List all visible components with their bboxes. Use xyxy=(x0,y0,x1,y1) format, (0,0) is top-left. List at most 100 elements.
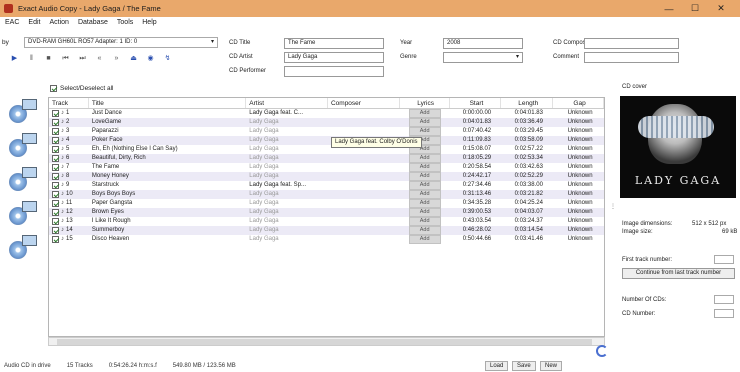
track-artist[interactable]: Lady Gaga xyxy=(246,118,328,127)
select-all-toggle[interactable]: Select/Deselect all xyxy=(50,85,113,92)
track-checkbox[interactable] xyxy=(52,173,59,180)
splitter-grip-icon[interactable]: ⋮ xyxy=(610,203,616,210)
table-row[interactable]: ♪ 3 Paparazzi Lady Gaga Add 0:07:40.42 0:03:29… xyxy=(49,127,604,136)
table-row[interactable]: ♪ 2 LoveGame Lady Gaga Add 0:04:01.83 0:03:36.… xyxy=(49,118,604,127)
cd-artist-field[interactable]: Lady Gaga xyxy=(284,52,384,63)
eject-icon[interactable]: ⏏ xyxy=(127,53,140,65)
track-title[interactable]: Money Honey xyxy=(89,172,246,181)
table-row[interactable]: ♪ 5 Eh, Eh (Nothing Else I Can Say) Lady Ga… xyxy=(49,145,604,154)
table-row[interactable]: ♪ 11 Paper Gangsta Lady Gaga Add 0:34:35.28 0:… xyxy=(49,199,604,208)
track-title[interactable]: Boys Boys Boys xyxy=(89,190,246,199)
track-title[interactable]: Paparazzi xyxy=(89,127,246,136)
comment-field[interactable] xyxy=(584,52,679,63)
track-title[interactable]: Paper Gangsta xyxy=(89,199,246,208)
table-row[interactable]: ♪ 10 Boys Boys Boys Lady Gaga Add 0:31:13.46 0… xyxy=(49,190,604,199)
table-row[interactable]: ♪ 14 Summerboy Lady Gaga Add 0:46:28.02 0:03:1… xyxy=(49,226,604,235)
track-checkbox[interactable] xyxy=(52,155,59,162)
track-composer[interactable] xyxy=(328,127,400,136)
menu-help[interactable]: Help xyxy=(142,19,156,30)
track-checkbox[interactable] xyxy=(52,191,59,198)
table-row[interactable]: ♪ 15 Disco Heaven Lady Gaga Add 0:50:44.66 0:0… xyxy=(49,235,604,244)
track-composer[interactable] xyxy=(328,226,400,235)
track-artist[interactable]: Lady Gaga xyxy=(246,226,328,235)
track-composer[interactable] xyxy=(328,235,400,244)
track-checkbox[interactable] xyxy=(52,236,59,243)
first-track-field[interactable] xyxy=(714,255,734,264)
add-lyrics-button[interactable]: Add xyxy=(408,127,441,136)
select-all-checkbox[interactable] xyxy=(50,85,57,92)
track-checkbox[interactable] xyxy=(52,137,59,144)
table-row[interactable]: ♪ 6 Beautiful, Dirty, Rich Lady Gaga Add 0:18… xyxy=(49,154,604,163)
track-composer[interactable] xyxy=(328,190,400,199)
forward-icon[interactable]: » xyxy=(110,53,123,65)
pause-icon[interactable]: ‖ xyxy=(25,53,38,65)
track-checkbox[interactable] xyxy=(52,182,59,189)
menu-database[interactable]: Database xyxy=(78,19,108,30)
track-artist[interactable]: Lady Gaga xyxy=(246,172,328,181)
track-title[interactable]: Starstruck xyxy=(89,181,246,190)
add-lyrics-button[interactable]: Add xyxy=(408,217,441,226)
rewind-icon[interactable]: « xyxy=(93,53,106,65)
track-title[interactable]: I Like It Rough xyxy=(89,217,246,226)
table-row[interactable]: ♪ 12 Brown Eyes Lady Gaga Add 0:39:00.53 0:04:… xyxy=(49,208,604,217)
track-artist[interactable]: Lady Gaga xyxy=(246,163,328,172)
track-composer[interactable] xyxy=(328,109,400,118)
add-lyrics-button[interactable]: Add xyxy=(408,235,441,244)
copy-image-icon[interactable] xyxy=(5,97,41,127)
table-row[interactable]: ♪ 4 Poker Face Lady Gaga Add 0:11:09.83 0:03:5… xyxy=(49,136,604,145)
add-lyrics-button[interactable]: Add xyxy=(408,154,441,163)
track-composer[interactable] xyxy=(328,118,400,127)
menu-edit[interactable]: Edit xyxy=(28,19,40,30)
cd-info-icon[interactable]: ↯ xyxy=(161,53,174,65)
track-title[interactable]: Poker Face xyxy=(89,136,246,145)
track-title[interactable]: Brown Eyes xyxy=(89,208,246,217)
track-composer[interactable] xyxy=(328,217,400,226)
table-row[interactable]: ♪ 7 The Fame Lady Gaga Add 0:20:58.54 0:03:42.… xyxy=(49,163,604,172)
track-artist[interactable]: Lady Gaga xyxy=(246,208,328,217)
track-title[interactable]: Disco Heaven xyxy=(89,235,246,244)
track-artist[interactable]: Lady Gaga xyxy=(246,145,328,154)
track-checkbox[interactable] xyxy=(52,209,59,216)
col-track[interactable]: Track xyxy=(49,98,89,108)
menu-tools[interactable]: Tools xyxy=(117,19,133,30)
col-length[interactable]: Length xyxy=(501,98,554,108)
drive-select[interactable]: DVD-RAM GH60L RO57 Adapter: 1 ID: 0 ▾ xyxy=(24,37,218,48)
col-start[interactable]: Start xyxy=(450,98,502,108)
track-artist[interactable]: Lady Gaga xyxy=(246,199,328,208)
add-lyrics-button[interactable]: Add xyxy=(408,118,441,127)
test-tracks-icon[interactable] xyxy=(5,199,41,229)
track-artist[interactable]: Lady Gaga xyxy=(246,136,328,145)
track-checkbox[interactable] xyxy=(52,119,59,126)
year-field[interactable]: 2008 xyxy=(443,38,523,49)
continue-button[interactable]: Continue from last track number xyxy=(622,268,735,279)
add-lyrics-button[interactable]: Add xyxy=(408,181,441,190)
add-lyrics-button[interactable]: Add xyxy=(408,199,441,208)
horizontal-scrollbar[interactable] xyxy=(48,337,605,346)
col-title[interactable]: Title xyxy=(89,98,247,108)
menu-eac[interactable]: EAC xyxy=(5,19,19,30)
track-checkbox[interactable] xyxy=(52,110,59,117)
track-title[interactable]: Eh, Eh (Nothing Else I Can Say) xyxy=(89,145,246,154)
col-lyrics[interactable]: Lyrics xyxy=(400,98,450,108)
track-composer[interactable] xyxy=(328,208,400,217)
maximize-button[interactable]: ☐ xyxy=(682,3,708,14)
scrollbar-thumb[interactable] xyxy=(57,339,592,345)
col-artist[interactable]: Artist xyxy=(246,98,328,108)
copy-range-icon[interactable] xyxy=(5,233,41,263)
track-checkbox[interactable] xyxy=(52,128,59,135)
new-button[interactable]: New xyxy=(540,361,563,371)
cd-composer-field[interactable] xyxy=(584,38,679,49)
track-title[interactable]: Just Dance xyxy=(89,109,246,118)
minimize-button[interactable]: — xyxy=(656,4,682,14)
save-button[interactable]: Save xyxy=(512,361,536,371)
cd-number-field[interactable] xyxy=(714,309,734,318)
track-composer[interactable] xyxy=(328,163,400,172)
cd-title-field[interactable]: The Fame xyxy=(284,38,384,49)
cd-performer-field[interactable] xyxy=(284,66,384,77)
track-composer[interactable] xyxy=(328,172,400,181)
col-gap[interactable]: Gap xyxy=(553,98,604,108)
track-title[interactable]: Summerboy xyxy=(89,226,246,235)
track-title[interactable]: The Fame xyxy=(89,163,246,172)
add-lyrics-button[interactable]: Add xyxy=(408,226,441,235)
add-lyrics-button[interactable]: Add xyxy=(408,190,441,199)
